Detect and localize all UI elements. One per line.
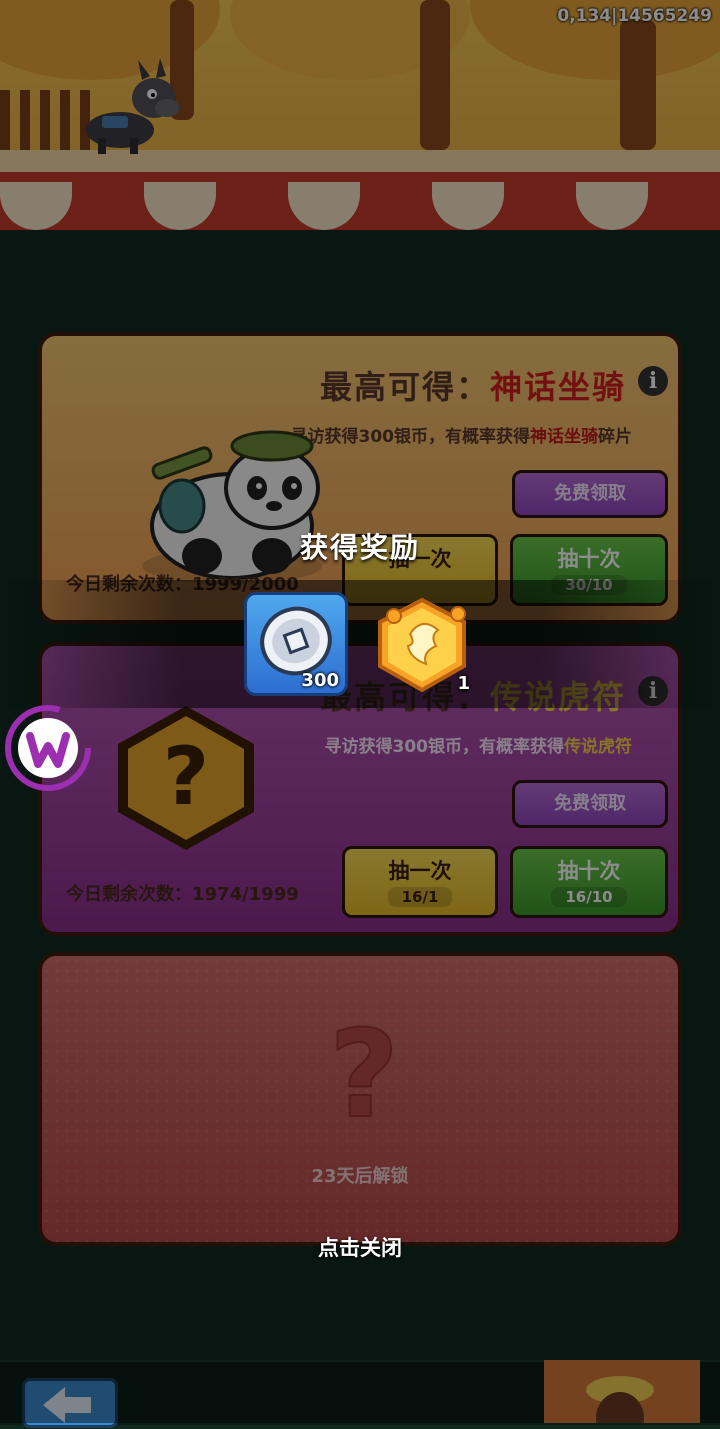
reward-title: 获得奖励 <box>299 531 420 564</box>
reward-overlay[interactable] <box>0 0 720 1423</box>
reward-count: 300 <box>301 670 339 691</box>
reward-item-mount-fragment[interactable]: 1 <box>372 592 476 696</box>
floating-w-logo-icon[interactable] <box>2 702 94 794</box>
reward-count: 1 <box>457 673 470 694</box>
reward-item-silver[interactable]: 300 <box>244 592 348 696</box>
tap-to-close-hint[interactable]: 点击关闭 <box>0 1232 720 1262</box>
reward-band <box>0 580 720 708</box>
